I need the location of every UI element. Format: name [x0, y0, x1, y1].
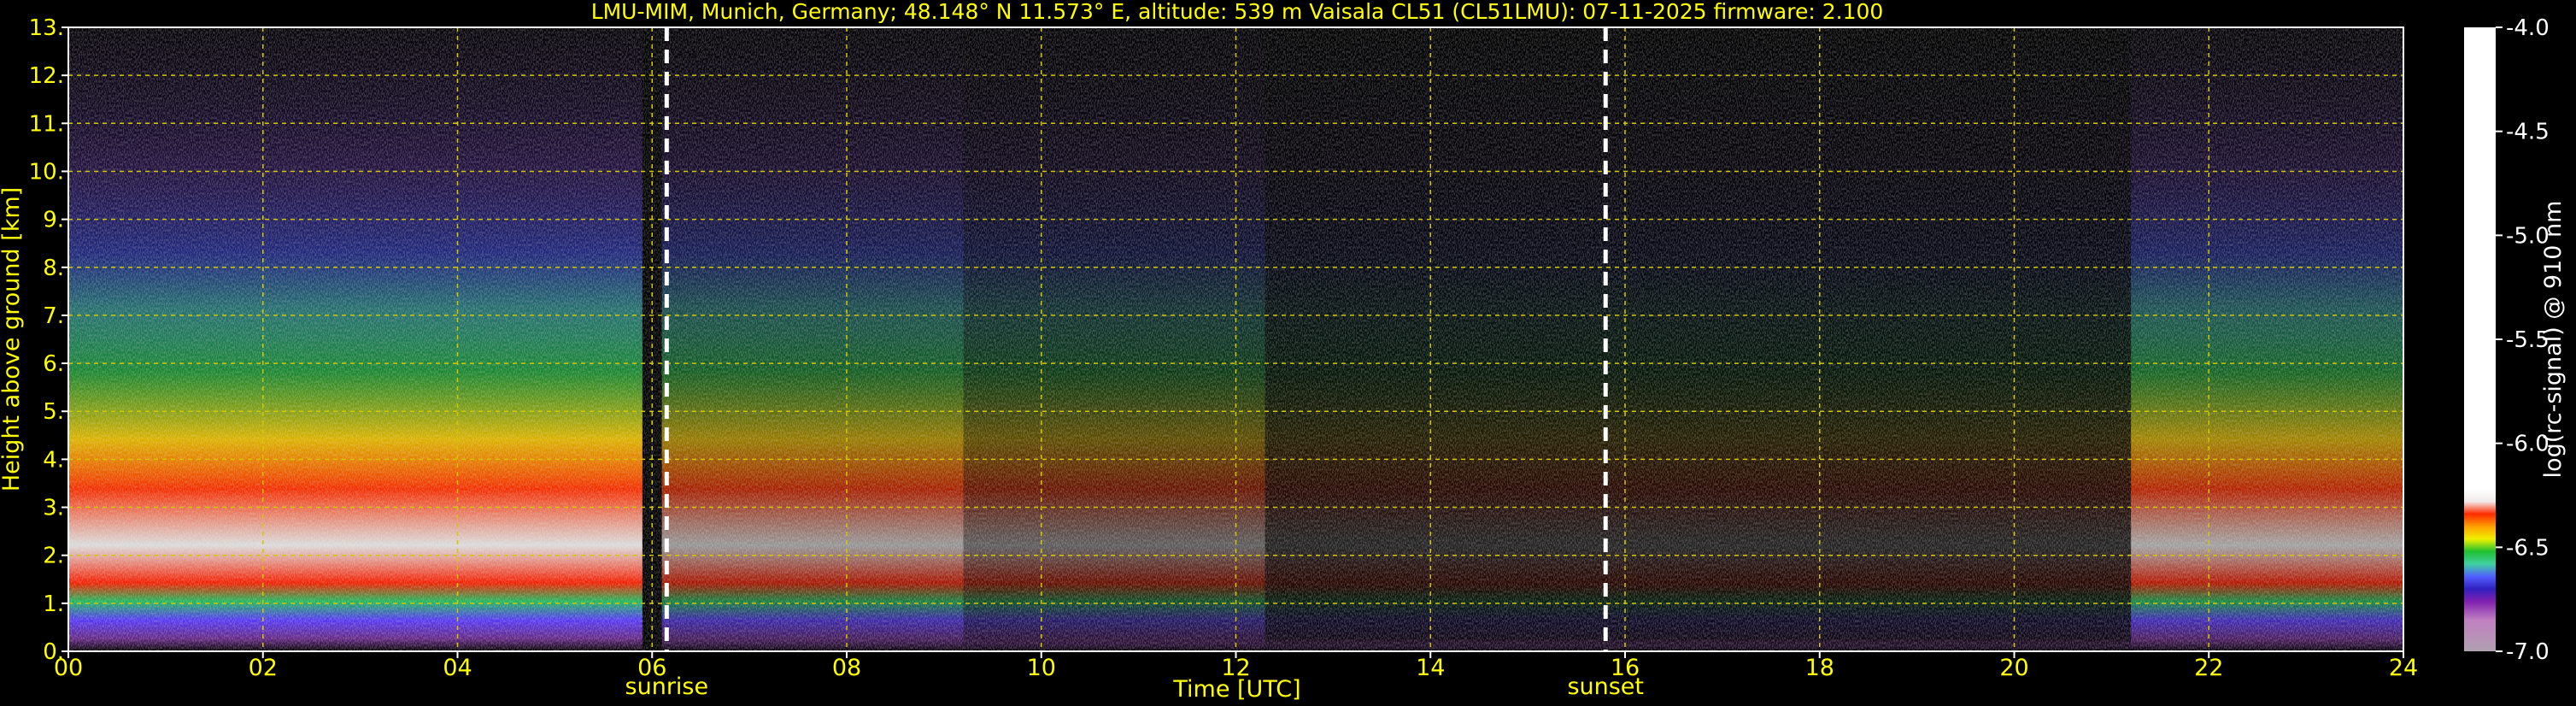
y-tick-label: 10. — [29, 159, 64, 185]
y-tick-label: 7. — [43, 303, 64, 329]
x-tick-label: 14 — [1416, 655, 1445, 681]
y-axis-label: Height above ground [km] — [0, 187, 25, 491]
colorbar-tick-label: -6.5 — [2506, 535, 2550, 561]
y-tick-label: 0. — [43, 639, 64, 665]
chart-title: LMU-MIM, Munich, Germany; 48.148° N 11.5… — [591, 0, 1884, 24]
y-tick-label: 4. — [43, 447, 64, 473]
sunrise-label: sunrise — [625, 674, 709, 700]
y-tick-label: 6. — [43, 351, 64, 377]
y-axis: 0. 1. 2. 3. 4. 5. 6. 7. 8. 9. 10. 11. 12. 13. — [29, 15, 68, 665]
x-tick-label: 04 — [443, 655, 472, 681]
y-tick-label: 8. — [43, 256, 64, 281]
y-tick-label: 9. — [43, 208, 64, 233]
x-tick-label: 20 — [1999, 655, 2028, 681]
y-tick-label: 13. — [29, 15, 64, 41]
x-tick-label: 02 — [249, 655, 278, 681]
colorbar-tick-label: -4.0 — [2506, 15, 2550, 41]
sunset-label: sunset — [1567, 674, 1644, 700]
y-tick-label: 2. — [43, 544, 64, 569]
x-tick-label: 18 — [1805, 655, 1834, 681]
y-tick-label: 5. — [43, 399, 64, 425]
x-axis-label: Time [UTC] — [1172, 676, 1300, 703]
plot-area — [67, 26, 2404, 652]
y-tick-label: 3. — [43, 496, 64, 521]
colorbar-label: log(rc-signal) @ 910 nm — [2540, 201, 2567, 479]
y-tick-label: 11. — [29, 111, 64, 137]
colorbar-tick-label: -4.5 — [2506, 120, 2550, 145]
x-tick-label: 08 — [832, 655, 861, 681]
x-tick-label: 22 — [2194, 655, 2223, 681]
ceilometer-chart: LMU-MIM, Munich, Germany; 48.148° N 11.5… — [0, 0, 2567, 703]
colorbar: -4.0-4.5-5.0-5.5-6.0-6.5-7.0 log(rc-sign… — [2464, 15, 2567, 665]
colorbar-scale — [2464, 27, 2496, 651]
x-tick-label: 24 — [2389, 655, 2418, 681]
colorbar-tick-label: -7.0 — [2506, 639, 2550, 665]
x-tick-label: 10 — [1027, 655, 1056, 681]
y-tick-label: 1. — [43, 591, 64, 617]
y-tick-label: 12. — [29, 63, 64, 89]
